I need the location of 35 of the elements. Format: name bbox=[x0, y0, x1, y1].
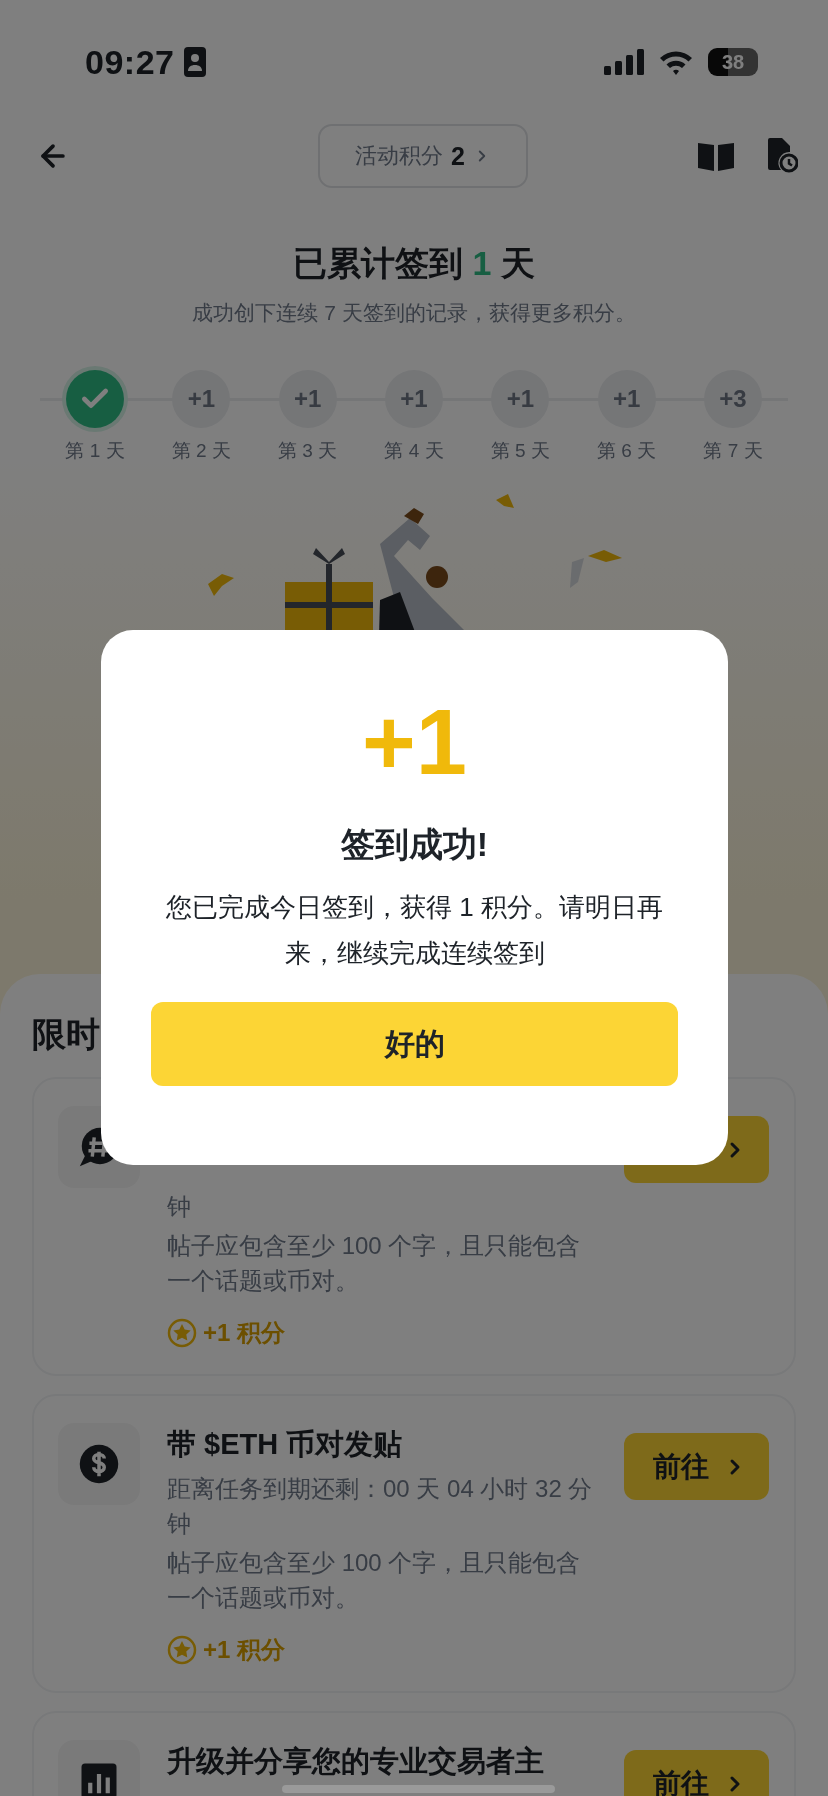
day-label: 第 6 天 bbox=[597, 439, 657, 463]
task-countdown: 距离任务到期还剩：00 天 04 小时 32 分钟 bbox=[167, 1474, 594, 1539]
day-label: 第 1 天 bbox=[65, 439, 125, 463]
task-reward: +1 积分 bbox=[203, 1635, 286, 1665]
day-reward-marker: +1 bbox=[385, 370, 443, 428]
task-countdown: 钟 bbox=[167, 1192, 192, 1222]
day-label: 第 2 天 bbox=[171, 439, 231, 463]
go-button[interactable]: 前往 bbox=[624, 1433, 769, 1500]
day-reward-marker: +1 bbox=[278, 370, 337, 428]
go-button[interactable]: 前往 bbox=[624, 1750, 769, 1796]
day-reward-marker: +1 bbox=[172, 370, 231, 428]
ok-button[interactable]: 好的 bbox=[151, 1002, 678, 1086]
day-label: 第 7 天 bbox=[703, 439, 763, 463]
day-reward-marker: +1 bbox=[491, 370, 550, 428]
day-label: 第 5 天 bbox=[490, 439, 550, 463]
points-earned: +1 bbox=[362, 692, 467, 792]
points-label: 活动积分 bbox=[355, 142, 444, 170]
day-reward-marker: +3 bbox=[703, 370, 762, 428]
task-title: 带 $ETH 币对发贴 bbox=[167, 1427, 404, 1462]
day-label: 第 3 天 bbox=[278, 439, 338, 463]
task-title: 升级并分享您的专业交易者主 bbox=[167, 1744, 545, 1779]
day-reward-marker: +1 bbox=[597, 370, 656, 428]
task-reward: +1 积分 bbox=[203, 1318, 286, 1348]
battery-indicator: 38 bbox=[708, 48, 758, 76]
streak-subtitle: 成功创下连续 7 天签到的记录，获得更多积分。 bbox=[191, 300, 637, 326]
day-label: 第 4 天 bbox=[384, 439, 444, 463]
task-rule: 帖子应包含至少 100 个字，且只能包含一个话题或币对。 bbox=[167, 1548, 582, 1613]
points-value: 2 bbox=[451, 141, 465, 171]
streak-title: 已累计签到 1 天 bbox=[292, 243, 536, 284]
status-time: 09:27 bbox=[85, 42, 175, 82]
dialog-message: 您已完成今日签到，获得 1 积分。请明日再来，继续完成连续签到 bbox=[165, 891, 664, 970]
task-rule: 帖子应包含至少 100 个字，且只能包含一个话题或币对。 bbox=[167, 1231, 582, 1296]
activity-points-button[interactable]: 活动积分 2 bbox=[318, 124, 528, 188]
section-title: 限时 bbox=[32, 1014, 100, 1055]
dialog-title: 签到成功! bbox=[340, 824, 489, 865]
